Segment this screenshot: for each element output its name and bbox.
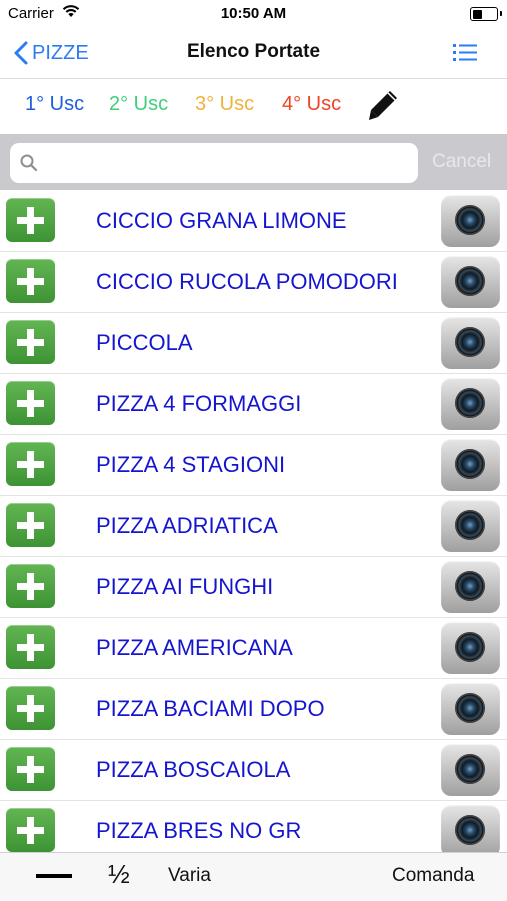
list-item[interactable]: PIZZA BRES NO GR	[0, 801, 507, 852]
list-menu-icon	[453, 44, 477, 61]
item-name: PIZZA BOSCAIOLA	[96, 757, 291, 782]
add-button[interactable]	[6, 381, 55, 425]
add-button[interactable]	[6, 503, 55, 547]
camera-icon	[455, 327, 485, 357]
add-button[interactable]	[6, 442, 55, 486]
photo-button[interactable]	[441, 622, 500, 674]
photo-button[interactable]	[441, 500, 500, 552]
cancel-button[interactable]: Cancel	[432, 151, 491, 173]
list-item[interactable]: CICCIO GRANA LIMONE	[0, 191, 507, 252]
add-button[interactable]	[6, 259, 55, 303]
add-button[interactable]	[6, 747, 55, 791]
item-name: CICCIO RUCOLA POMODORI	[96, 269, 398, 294]
photo-button[interactable]	[441, 683, 500, 735]
item-name: PIZZA BACIAMI DOPO	[96, 696, 325, 721]
course-2-button[interactable]: 2° Usc	[109, 93, 168, 116]
camera-icon	[455, 632, 485, 662]
list-item[interactable]: PIZZA 4 STAGIONI	[0, 435, 507, 496]
add-button[interactable]	[6, 686, 55, 730]
list-item[interactable]: PIZZA BOSCAIOLA	[0, 740, 507, 801]
add-button[interactable]	[6, 808, 55, 852]
camera-icon	[455, 754, 485, 784]
item-name: PIZZA 4 FORMAGGI	[96, 391, 302, 416]
camera-icon	[455, 815, 485, 845]
add-button[interactable]	[6, 198, 55, 242]
course-1-button[interactable]: 1° Usc	[25, 93, 84, 116]
item-name: PIZZA AMERICANA	[96, 635, 293, 660]
item-name: PIZZA AI FUNGHI	[96, 574, 274, 599]
list-item[interactable]: PIZZA 4 FORMAGGI	[0, 374, 507, 435]
photo-button[interactable]	[441, 317, 500, 369]
photo-button[interactable]	[441, 439, 500, 491]
item-name: PIZZA BRES NO GR	[96, 818, 302, 843]
comanda-button[interactable]: Comanda	[392, 865, 474, 887]
dish-list[interactable]: CICCIO GRANA LIMONE CICCIO RUCOLA POMODOR…	[0, 191, 507, 852]
item-name: PIZZA ADRIATICA	[96, 513, 278, 538]
item-name: PIZZA 4 STAGIONI	[96, 452, 286, 477]
add-button[interactable]	[6, 625, 55, 669]
photo-button[interactable]	[441, 256, 500, 308]
camera-icon	[455, 693, 485, 723]
list-item[interactable]: PIZZA BACIAMI DOPO	[0, 679, 507, 740]
pencil-icon	[369, 91, 397, 120]
varia-button[interactable]: Varia	[168, 865, 211, 887]
list-item[interactable]: PIZZA ADRIATICA	[0, 496, 507, 557]
search-icon	[20, 154, 38, 172]
camera-icon	[455, 388, 485, 418]
item-name: PICCOLA	[96, 330, 193, 355]
minus-button[interactable]	[36, 874, 72, 878]
battery-icon	[470, 7, 502, 21]
list-item[interactable]: PICCOLA	[0, 313, 507, 374]
clock-time: 10:50 AM	[220, 5, 287, 22]
list-item[interactable]: PIZZA AMERICANA	[0, 618, 507, 679]
edit-button[interactable]	[366, 88, 400, 127]
search-input[interactable]	[46, 143, 410, 185]
search-bar: Cancel	[0, 134, 507, 190]
navigation-bar: PIZZE Elenco Portate	[0, 28, 507, 79]
bottom-toolbar: ½ Varia Comanda	[0, 852, 507, 901]
page-title: Elenco Portate	[186, 41, 321, 62]
course-selector: 1° Usc 2° Usc 3° Usc 4° Usc	[0, 79, 507, 134]
list-item[interactable]: PIZZA AI FUNGHI	[0, 557, 507, 618]
camera-icon	[455, 510, 485, 540]
photo-button[interactable]	[441, 805, 500, 852]
photo-button[interactable]	[441, 378, 500, 430]
item-name: CICCIO GRANA LIMONE	[96, 208, 347, 233]
photo-button[interactable]	[441, 744, 500, 796]
add-button[interactable]	[6, 320, 55, 364]
camera-icon	[455, 449, 485, 479]
camera-icon	[455, 266, 485, 296]
photo-button[interactable]	[441, 561, 500, 613]
course-4-button[interactable]: 4° Usc	[282, 93, 341, 116]
photo-button[interactable]	[441, 195, 500, 247]
camera-icon	[455, 571, 485, 601]
status-bar: Carrier 10:50 AM	[0, 0, 507, 28]
list-item[interactable]: CICCIO RUCOLA POMODORI	[0, 252, 507, 313]
half-portion-button[interactable]: ½	[108, 859, 130, 890]
camera-icon	[455, 205, 485, 235]
search-field[interactable]	[10, 143, 418, 185]
list-menu-button[interactable]	[453, 42, 477, 67]
add-button[interactable]	[6, 564, 55, 608]
course-3-button[interactable]: 3° Usc	[195, 93, 254, 116]
